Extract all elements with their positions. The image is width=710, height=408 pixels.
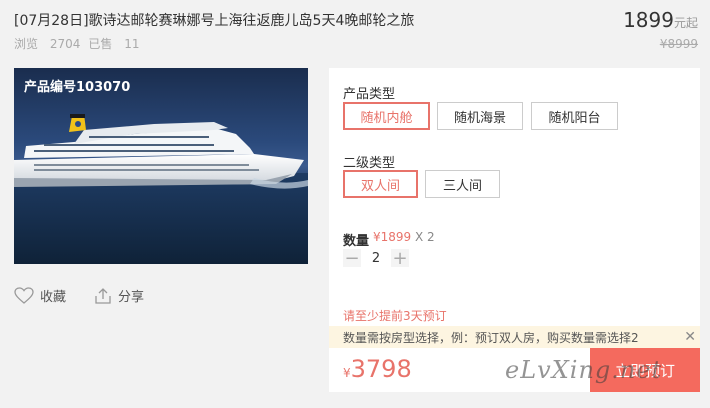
sold-count: 已售 11 [88,37,140,51]
option-triple-room[interactable]: 三人间 [425,170,500,198]
share-label: 分享 [118,290,145,305]
starting-price: 1899元起 [623,8,698,32]
book-now-button[interactable]: 立即预订 [590,348,700,392]
views-count: 浏览 2704 [14,37,81,51]
action-bar: 收藏 分享 [14,286,172,305]
option-random-balcony[interactable]: 随机阳台 [531,102,618,130]
tooltip-text: 数量需按房型选择，例：预订双人房，购买数量需选择2 [343,330,639,345]
original-price: ¥8999 [659,37,698,51]
product-code: 产品编号103070 [24,80,131,95]
product-stats: 浏览 2704 已售 11 [14,35,140,52]
option-double-room[interactable]: 双人间 [343,170,418,198]
increment-button[interactable]: + [391,248,409,269]
cruise-ship-illustration [14,114,308,264]
favorite-button[interactable]: 收藏 [14,286,66,305]
product-image: 产品编号103070 [14,68,308,264]
advance-booking-notice: 请至少提前3天预订 [343,309,447,323]
quantity-value[interactable]: 2 [361,251,391,266]
subtype-label: 二级类型 [343,156,396,171]
quantity-label: 数量 [343,234,370,249]
quantity-tooltip: 数量需按房型选择，例：预订双人房，购买数量需选择2 ✕ [329,326,700,348]
product-type-label: 产品类型 [343,87,396,102]
total-price: ¥3798 [343,355,412,383]
total-currency: ¥ [343,366,351,380]
share-button[interactable]: 分享 [94,286,144,305]
favorite-label: 收藏 [40,290,67,305]
price-value: 1899 [623,8,674,32]
quantity-unit-price: ¥1899 X 2 [373,230,435,244]
option-random-oceanview[interactable]: 随机海景 [437,102,523,130]
price-unit: 元起 [673,16,698,30]
decrement-button[interactable]: − [343,248,361,269]
option-random-inside[interactable]: 随机内舱 [343,102,430,130]
product-title: [07月28日]歌诗达邮轮赛琳娜号上海往返鹿儿岛5天4晚邮轮之旅 [14,13,415,29]
quantity-stepper: − 2 + [343,248,409,269]
booking-panel: 产品类型 随机内舱 随机海景 随机阳台 二级类型 双人间 三人间 数量 ¥189… [329,68,700,392]
close-icon[interactable]: ✕ [684,329,696,345]
heart-icon [14,286,34,304]
share-icon [95,287,111,304]
total-amount: 3798 [350,355,412,383]
